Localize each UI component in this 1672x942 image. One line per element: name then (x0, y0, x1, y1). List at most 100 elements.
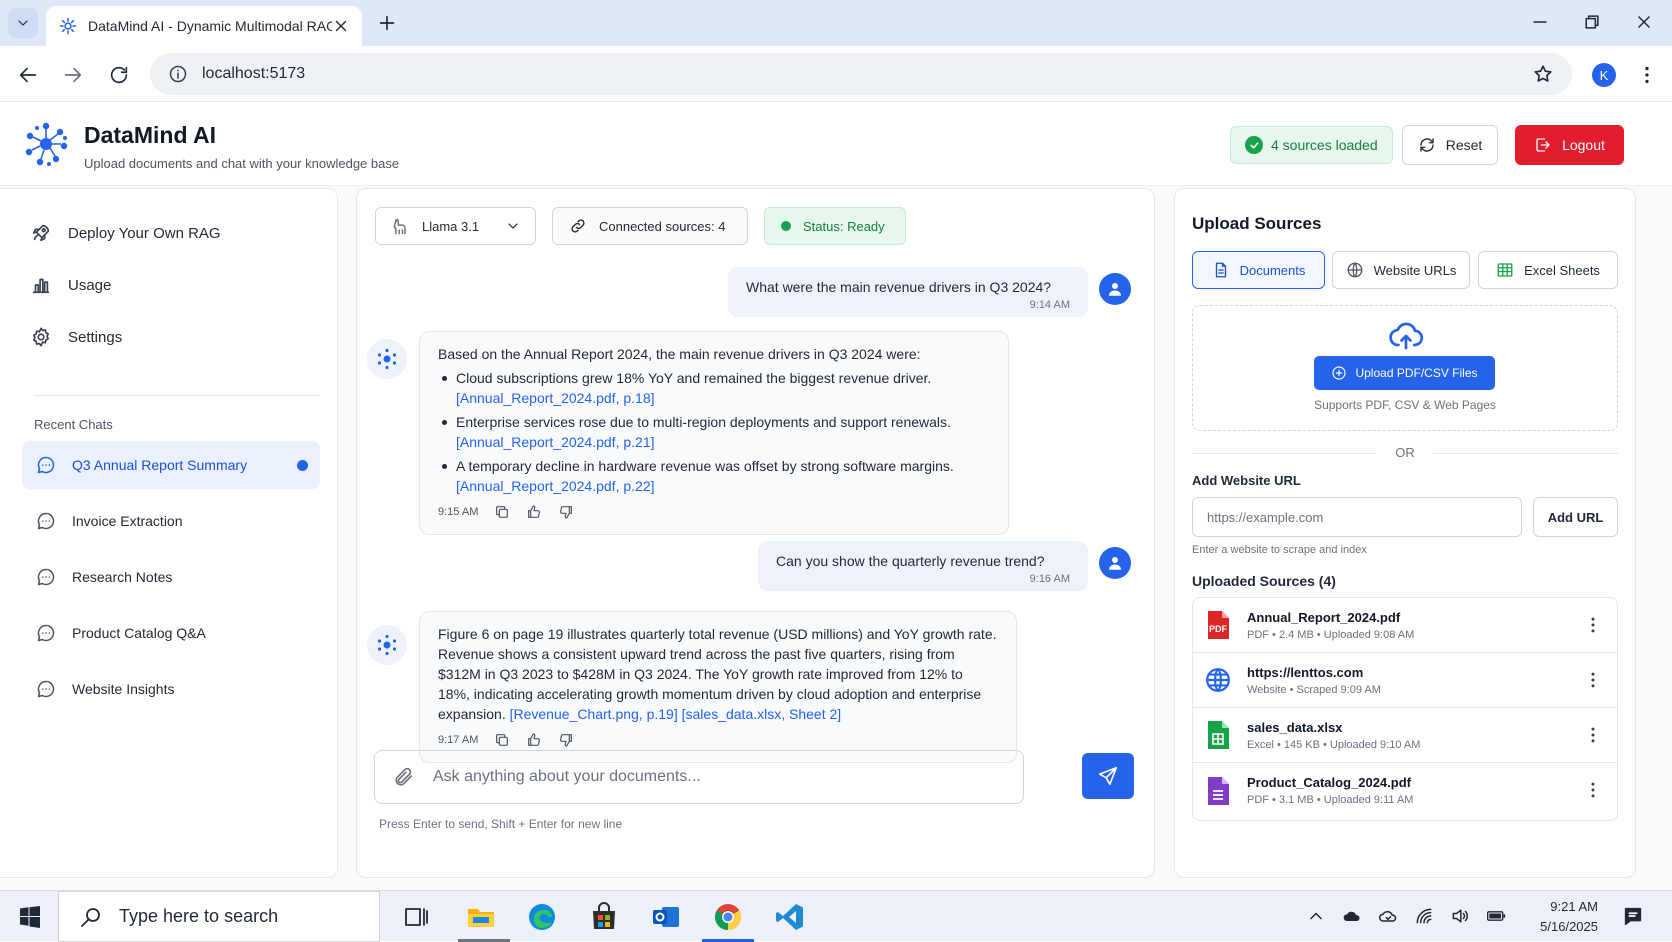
browser-menu-icon[interactable] (1636, 64, 1658, 86)
chat-item-label: Research Notes (72, 569, 173, 585)
user-avatar (1099, 273, 1131, 305)
cloud-sync-icon[interactable] (1378, 906, 1398, 926)
send-button[interactable] (1082, 753, 1134, 799)
app-root: DataMind AI Upload documents and chat wi… (0, 102, 1672, 890)
model-selector[interactable]: Llama 3.1 (375, 207, 536, 245)
thumbs-down-icon[interactable] (558, 732, 574, 748)
chrome-browser-icon[interactable] (712, 901, 744, 933)
restore-icon[interactable] (1582, 12, 1602, 32)
more-vertical-icon[interactable] (1583, 725, 1603, 745)
message-intro: Based on the Annual Report 2024, the mai… (438, 346, 921, 362)
close-window-icon[interactable] (1634, 12, 1654, 32)
source-name: sales_data.xlsx (1247, 719, 1343, 735)
tab-excel-sheets[interactable]: Excel Sheets (1478, 251, 1618, 289)
user-avatar (1099, 547, 1131, 579)
assistant-logo-icon (377, 348, 397, 370)
more-vertical-icon[interactable] (1583, 670, 1603, 690)
logout-button[interactable]: Logout (1515, 125, 1624, 165)
chat-item-label: Invoice Extraction (72, 513, 183, 529)
more-vertical-icon[interactable] (1583, 615, 1603, 635)
chat-bubble-icon (37, 456, 55, 474)
chat-item-catalog[interactable]: Product Catalog Q&A (22, 609, 320, 657)
system-clock[interactable]: 9:21 AM 5/16/2025 (1518, 897, 1598, 937)
bullet-text: Enterprise services rose due to multi-re… (456, 414, 951, 430)
tab-search-button[interactable] (8, 8, 38, 38)
vscode-icon[interactable] (774, 901, 806, 933)
close-tab-icon[interactable] (332, 17, 350, 35)
check-circle-icon (1245, 136, 1263, 154)
uploaded-sources-list: PDF Annual_Report_2024.pdf PDF • 2.4 MB … (1192, 597, 1618, 821)
citation-link[interactable]: [Annual_Report_2024.pdf, p.18] (456, 388, 990, 408)
svg-text:PDF: PDF (1209, 624, 1228, 634)
browser-tab[interactable]: DataMind AI - Dynamic Multimodal RAG (46, 6, 362, 46)
task-view-icon[interactable] (400, 901, 432, 933)
wifi-icon[interactable] (1414, 906, 1434, 926)
chat-item-research[interactable]: Research Notes (22, 553, 320, 601)
chat-item-website[interactable]: Website Insights (22, 665, 320, 713)
edge-browser-icon[interactable] (526, 901, 558, 933)
sidebar-item-usage[interactable]: Usage (30, 265, 111, 305)
sidebar-item-deploy[interactable]: Deploy Your Own RAG (30, 213, 221, 253)
taskbar-search[interactable]: Type here to search (58, 891, 380, 942)
chat-item-q3-report[interactable]: Q3 Annual Report Summary (22, 441, 320, 489)
microsoft-store-icon[interactable] (588, 901, 620, 933)
copy-icon[interactable] (494, 504, 510, 520)
thumbs-up-icon[interactable] (526, 504, 542, 520)
thumbs-down-icon[interactable] (558, 504, 574, 520)
website-url-input[interactable] (1192, 497, 1522, 537)
upload-files-button[interactable]: Upload PDF/CSV Files (1314, 356, 1495, 390)
show-hidden-icons-icon[interactable] (1306, 906, 1326, 926)
new-tab-icon[interactable] (376, 12, 398, 34)
battery-icon[interactable] (1486, 906, 1506, 926)
reload-icon[interactable] (108, 64, 130, 86)
site-info-icon[interactable] (168, 64, 188, 84)
bookmark-star-icon[interactable] (1532, 63, 1554, 85)
paperclip-icon[interactable] (393, 766, 415, 788)
outlook-icon[interactable] (650, 901, 682, 933)
citation-link[interactable]: [Annual_Report_2024.pdf, p.21] (456, 432, 990, 452)
file-explorer-icon[interactable] (465, 901, 497, 933)
notification-center-icon[interactable] (1622, 905, 1644, 927)
chat-item-invoice[interactable]: Invoice Extraction (22, 497, 320, 545)
tab-label: Documents (1239, 262, 1306, 278)
add-url-button[interactable]: Add URL (1533, 497, 1618, 537)
source-item[interactable]: https://lenttos.com Website • Scraped 9:… (1193, 653, 1617, 708)
windows-start-icon[interactable] (18, 905, 42, 929)
source-item[interactable]: Product_Catalog_2024.pdf PDF • 3.1 MB • … (1193, 763, 1617, 818)
source-info: Product_Catalog_2024.pdf PDF • 3.1 MB • … (1247, 775, 1413, 806)
gear-favicon-icon (59, 17, 77, 35)
citation-link[interactable]: [sales_data.xlsx, Sheet 2] (682, 706, 842, 722)
datamind-logo-icon (25, 122, 68, 166)
reset-button[interactable]: Reset (1402, 125, 1498, 165)
chat-input[interactable] (433, 768, 1005, 786)
volume-icon[interactable] (1450, 906, 1470, 926)
address-bar[interactable]: localhost:5173 (150, 53, 1572, 95)
connected-sources-button[interactable]: Connected sources: 4 (552, 207, 748, 245)
back-arrow-icon[interactable] (17, 64, 39, 86)
copy-icon[interactable] (494, 732, 510, 748)
message-meta: 9:17 AM (438, 730, 998, 750)
more-vertical-icon[interactable] (1583, 780, 1603, 800)
citation-link[interactable]: [Annual_Report_2024.pdf, p.22] (456, 476, 990, 496)
source-item[interactable]: PDF Annual_Report_2024.pdf PDF • 2.4 MB … (1193, 598, 1617, 653)
onedrive-icon[interactable] (1342, 906, 1362, 926)
forward-arrow-icon[interactable] (62, 64, 84, 86)
tab-website-urls[interactable]: Website URLs (1332, 251, 1470, 289)
globe-icon (1347, 262, 1363, 278)
minimize-icon[interactable] (1530, 12, 1550, 32)
document-icon (1215, 262, 1226, 278)
file-dropzone[interactable]: Upload PDF/CSV Files Supports PDF, CSV &… (1192, 305, 1618, 431)
tab-documents[interactable]: Documents (1192, 251, 1325, 289)
excel-file-icon (1208, 721, 1229, 749)
message-time: 9:15 AM (438, 506, 479, 518)
address-url[interactable]: localhost:5173 (202, 65, 1532, 83)
bullet-text: Cloud subscriptions grew 18% YoY and rem… (456, 370, 932, 386)
sidebar-item-settings[interactable]: Settings (30, 317, 122, 357)
add-url-heading: Add Website URL (1192, 473, 1301, 488)
citation-link[interactable]: [Revenue_Chart.png, p.19] (510, 706, 678, 722)
sidebar-divider (34, 395, 320, 396)
profile-avatar[interactable]: K (1592, 63, 1616, 87)
thumbs-up-icon[interactable] (526, 732, 542, 748)
app-tagline: Upload documents and chat with your know… (84, 156, 400, 171)
source-item[interactable]: sales_data.xlsx Excel • 145 KB • Uploade… (1193, 708, 1617, 763)
